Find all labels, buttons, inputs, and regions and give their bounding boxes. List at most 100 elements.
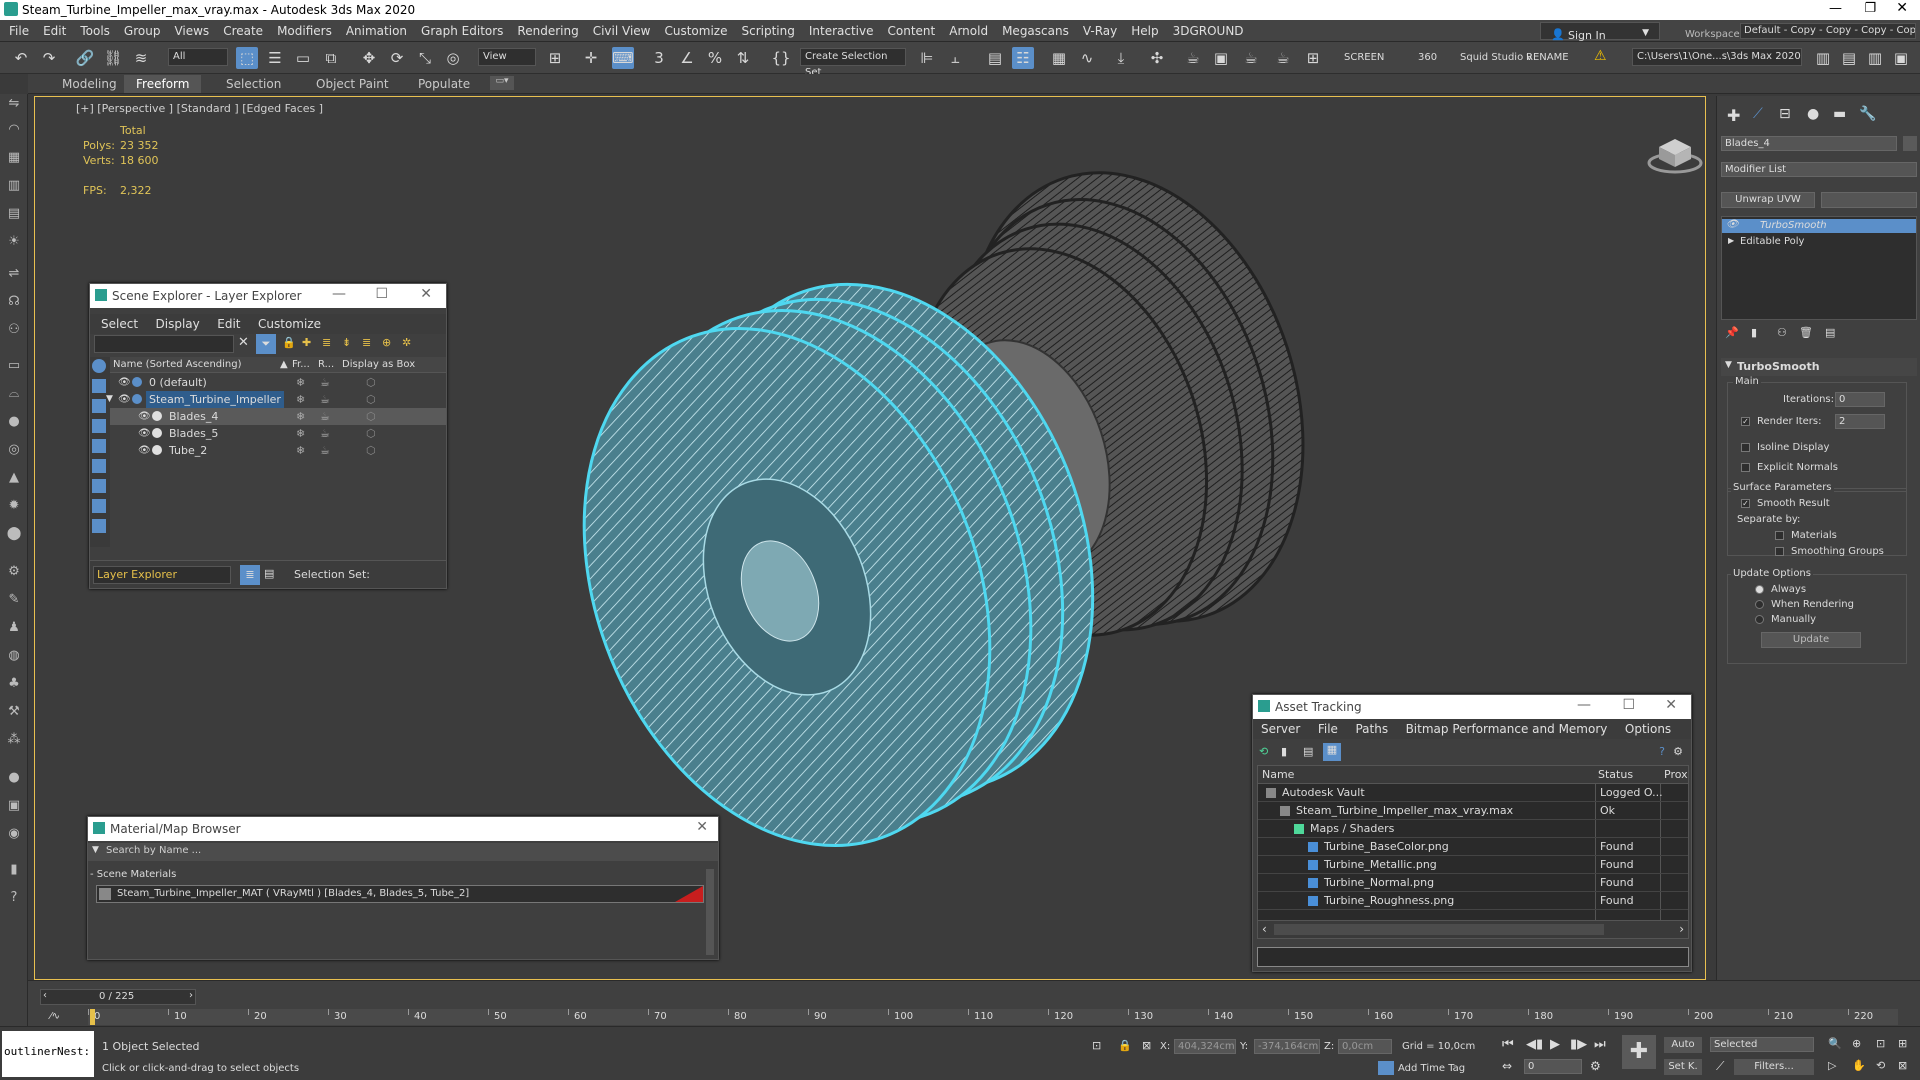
smooth-result-checkbox[interactable]: ✓ [1741, 498, 1754, 509]
prev-frame-icon[interactable]: ◀▮ [1526, 1037, 1543, 1052]
asset-row[interactable]: Turbine_Roughness.png Found [1258, 892, 1688, 910]
renderable-icon[interactable]: ☕ [320, 391, 330, 408]
maxscript-listener[interactable]: outlinerNest: [2, 1031, 94, 1077]
stack-item-turbosmooth[interactable]: 👁 TurboSmooth [1722, 219, 1916, 233]
asset-row[interactable]: Steam_Turbine_Impeller_max_vray.max Ok [1258, 802, 1688, 820]
curve-editor-icon[interactable]: ∿ [1076, 47, 1098, 69]
hammer-icon[interactable]: ⚒ [4, 702, 24, 722]
column-proxy[interactable]: Prox [1664, 768, 1688, 781]
display-tab-icon[interactable]: ▬ [1833, 106, 1846, 122]
column-name[interactable]: Name [1262, 768, 1294, 781]
menu-item-3dground[interactable]: 3DGROUND [1166, 20, 1251, 42]
render-iters-spinner[interactable]: 2 [1835, 414, 1885, 429]
menu-item-help[interactable]: Help [1124, 20, 1165, 42]
eye-icon[interactable]: 👁 [1726, 219, 1739, 230]
ribbon-options-icon[interactable]: ▭▾ [490, 76, 514, 90]
timeline-ruler[interactable]: 0 10 20 30 40 50 60 70 80 90 100 110 120 130 140 150 160… [88, 1009, 1898, 1025]
time-slider-prev-icon[interactable]: ‹ [43, 990, 47, 1001]
asset-path-field[interactable] [1257, 947, 1689, 967]
explorer-row[interactable]: 👁 0 (default) ❄ ☕ ⬡ [110, 374, 446, 391]
close-icon[interactable]: ✕ [1665, 697, 1677, 713]
rename-label[interactable]: RENAME [1526, 52, 1569, 63]
chevron-down-icon[interactable]: ▼ [92, 845, 99, 855]
key-filters-icon[interactable]: ⟋ [1716, 1059, 1724, 1074]
menu-select[interactable]: Select [94, 314, 145, 334]
material-search-input[interactable]: Search by Name ... [106, 845, 201, 856]
make-unique-icon[interactable]: ⚇ [1777, 326, 1787, 339]
render-left-icon[interactable]: ▣ [4, 796, 24, 816]
angle-snap-icon[interactable]: ∠ [676, 47, 698, 69]
align-icon[interactable]: ⫠ [944, 47, 966, 69]
when-rendering-radio[interactable] [1755, 599, 1768, 610]
box-icon[interactable]: ▭ [4, 356, 24, 376]
reference-coord-dropdown[interactable]: View [478, 48, 536, 66]
menu-display[interactable]: Display [149, 314, 207, 334]
display-groups-icon[interactable] [92, 479, 106, 493]
restore-icon[interactable]: ❐ [1864, 1, 1876, 16]
renderable-icon[interactable]: ☕ [320, 442, 330, 459]
refresh-icon[interactable]: ⟲ [1259, 745, 1268, 758]
freeze-icon[interactable]: ❄ [296, 374, 305, 391]
freeze-icon[interactable]: ❄ [296, 408, 305, 425]
display-box-icon[interactable]: ⬡ [366, 391, 376, 408]
lights-icon[interactable]: ▥ [4, 176, 24, 196]
search-input[interactable] [94, 335, 234, 353]
close-icon[interactable]: ✕ [420, 286, 432, 302]
lock-icon[interactable]: 🔒 [282, 336, 296, 349]
zoom-extents-icon[interactable]: ⊡ [1876, 1037, 1885, 1050]
orbit-icon[interactable]: ⟲ [1876, 1059, 1885, 1072]
named-selection-icon[interactable]: {} [770, 47, 792, 69]
link-icon[interactable]: 🔗 [74, 47, 96, 69]
material-item[interactable]: Steam_Turbine_Impeller_MAT ( VRayMtl ) [… [96, 885, 704, 903]
menu-item-content[interactable]: Content [881, 20, 943, 42]
x-coord-field[interactable]: 404,324cm [1174, 1039, 1236, 1054]
modifier-list-dropdown[interactable]: Modifier List [1721, 162, 1917, 177]
utilities-tab-icon[interactable]: 🔧 [1859, 106, 1876, 122]
mirror-icon[interactable]: ⊫ [916, 47, 938, 69]
systems-icon[interactable]: ☊ [4, 292, 24, 312]
display-box-icon[interactable]: ⬡ [366, 425, 376, 442]
display-shapes-icon[interactable] [92, 379, 106, 393]
maximize-icon[interactable]: ☐ [375, 286, 388, 302]
display-objects-icon[interactable] [92, 359, 106, 373]
explorer-row[interactable]: ▼ 👁 Steam_Turbine_Impeller ❄ ☕ ⬡ [106, 391, 446, 408]
cone-icon[interactable]: ⌓ [4, 384, 24, 404]
vray-icon[interactable]: ◉ [4, 824, 24, 844]
scale-icon[interactable]: ⤡ [414, 47, 436, 69]
modifier-icon[interactable]: ⚇ [4, 320, 24, 340]
cameras-icon[interactable]: ▤ [4, 204, 24, 224]
table-icon[interactable]: ▤ [1303, 745, 1313, 758]
menu-item-graph-editors[interactable]: Graph Editors [414, 20, 510, 42]
set-key-button[interactable]: Set K. [1664, 1059, 1702, 1075]
menu-customize[interactable]: Customize [251, 314, 328, 334]
asset-tracking-header[interactable]: Asset Tracking — ☐ ✕ [1253, 695, 1691, 719]
layer-settings-icon[interactable]: ✲ [402, 336, 411, 349]
asset-row[interactable]: Autodesk Vault Logged O... [1258, 784, 1688, 802]
explicit-normals-checkbox[interactable] [1741, 462, 1754, 473]
menu-file[interactable]: File [1311, 719, 1345, 739]
z-coord-field[interactable]: 0,0cm [1338, 1039, 1392, 1054]
material-scrollbar[interactable] [706, 869, 714, 955]
studio-label[interactable]: Squid Studio v [1460, 52, 1532, 63]
next-frame-icon[interactable]: ▮▶ [1570, 1037, 1587, 1052]
layers-icon[interactable]: ≣ [322, 336, 331, 349]
selection-filter-dropdown[interactable]: All [168, 48, 228, 66]
menu-item-rendering[interactable]: Rendering [510, 20, 585, 42]
menu-item-modifiers[interactable]: Modifiers [270, 20, 339, 42]
scroll-left-icon[interactable]: ‹ [1262, 922, 1267, 936]
new-layer-icon[interactable]: ✚ [302, 336, 311, 349]
object-name-field[interactable]: Blades_4 [1721, 136, 1897, 151]
menu-paths[interactable]: Paths [1348, 719, 1395, 739]
asset-row[interactable]: Turbine_Normal.png Found [1258, 874, 1688, 892]
tools-icon[interactable]: ⚙ [4, 562, 24, 582]
pivot-icon[interactable]: ⊞ [544, 47, 566, 69]
column-display-box[interactable]: Display as Box [342, 359, 415, 370]
layer-stack-icon[interactable]: ≣ [362, 336, 371, 349]
menu-bitmap-performance[interactable]: Bitmap Performance and Memory [1399, 719, 1615, 739]
toggle-scene-explorer-icon[interactable]: ▤ [984, 47, 1006, 69]
create-icon[interactable]: ⇋ [4, 94, 24, 114]
remove-modifier-icon[interactable]: 🗑 [1799, 326, 1813, 339]
y-coord-field[interactable]: -374,164cm [1254, 1039, 1320, 1054]
modify-tab-icon[interactable]: ⟋ [1753, 106, 1763, 122]
materials-checkbox[interactable] [1775, 530, 1788, 541]
